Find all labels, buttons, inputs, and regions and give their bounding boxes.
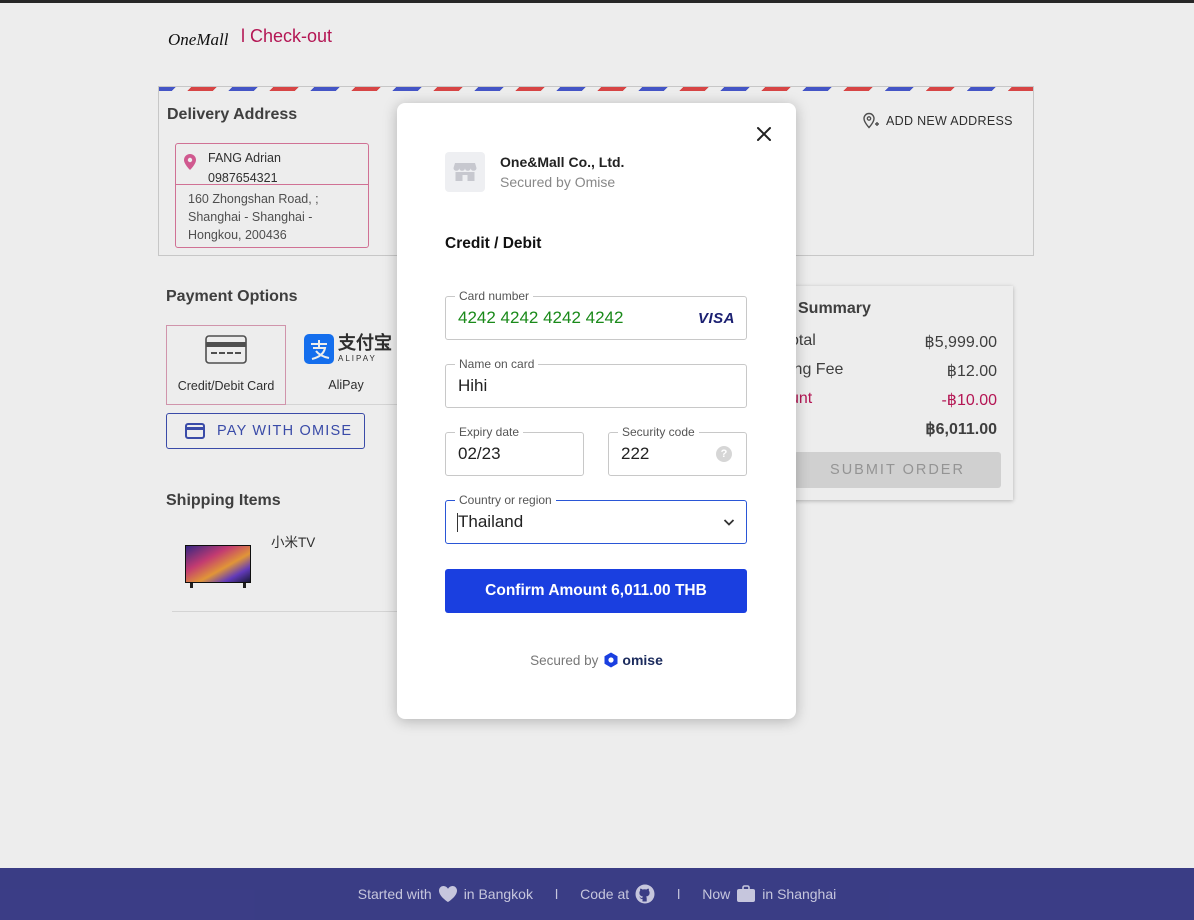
expiry-date-value: 02/23	[458, 444, 501, 463]
omise-payment-modal: One&Mall Co., Ltd. Secured by Omise Cred…	[397, 103, 796, 719]
name-on-card-value: Hihi	[458, 376, 488, 395]
card-number-field[interactable]: Card number 4242 4242 4242 4242 VISA	[445, 289, 747, 340]
card-number-label: Card number	[455, 289, 534, 303]
country-value: Thailand	[458, 512, 524, 531]
secured-by-text: Secured by	[530, 652, 599, 668]
merchant-name: One&Mall Co., Ltd.	[500, 154, 625, 170]
country-label: Country or region	[455, 493, 556, 507]
expiry-date-field[interactable]: Expiry date 02/23	[445, 425, 584, 476]
payment-method-title: Credit / Debit	[445, 235, 542, 252]
chevron-down-icon	[723, 519, 735, 526]
name-on-card-field[interactable]: Name on card Hihi	[445, 357, 747, 408]
expiry-date-label: Expiry date	[455, 425, 524, 439]
security-code-label: Security code	[618, 425, 699, 439]
omise-mark-icon	[604, 652, 618, 668]
security-code-field[interactable]: Security code 222 ?	[608, 425, 747, 476]
omise-logo: omise	[603, 652, 663, 668]
help-icon[interactable]: ?	[716, 446, 732, 462]
card-number-value: 4242 4242 4242 4242	[458, 308, 624, 327]
close-icon[interactable]	[754, 124, 774, 144]
store-icon	[445, 152, 485, 192]
name-on-card-label: Name on card	[455, 357, 539, 371]
omise-logo-text: omise	[622, 652, 663, 668]
visa-logo-icon: VISA	[697, 310, 735, 327]
country-select[interactable]: Country or region Thailand	[445, 493, 747, 544]
merchant-secured-text: Secured by Omise	[500, 174, 616, 190]
confirm-amount-button[interactable]: Confirm Amount 6,011.00 THB	[445, 569, 747, 613]
security-code-value: 222	[621, 444, 650, 463]
secured-by-omise: Secured by omise	[397, 652, 796, 668]
